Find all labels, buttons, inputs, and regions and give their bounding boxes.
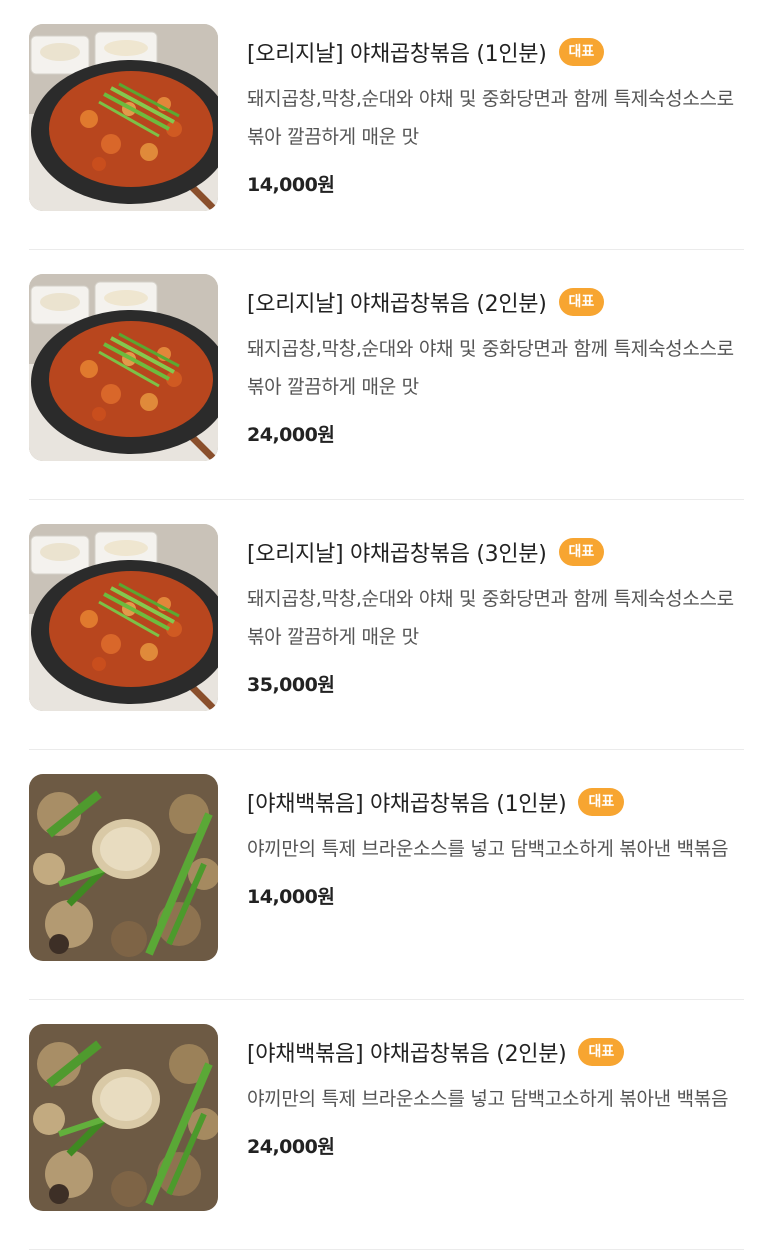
- menu-item[interactable]: [오리지날] 야채곱창볶음 (1인분) 대표 돼지곱창,막창,순대와 야채 및 …: [0, 0, 773, 250]
- menu-item-description: 야끼만의 특제 브라운소스를 넣고 담백고소하게 볶아낸 백볶음: [247, 838, 729, 860]
- menu-item[interactable]: [야채백볶음] 야채곱창볶음 (1인분) 대표 야끼만의 특제 브라운소스를 넣…: [0, 750, 773, 1000]
- representative-badge: 대표: [558, 38, 605, 66]
- menu-item-info: [오리지날] 야채곱창볶음 (3인분) 대표 돼지곱창,막창,순대와 야채 및 …: [247, 534, 744, 697]
- menu-item-price: 14,000원: [247, 174, 335, 196]
- menu-item-price: 24,000원: [247, 424, 335, 446]
- title-row: [야채백볶음] 야채곱창볶음 (2인분) 대표: [247, 1034, 744, 1070]
- menu-item-price: 24,000원: [247, 1136, 335, 1158]
- white-gopchang-photo[interactable]: [29, 774, 218, 961]
- menu-item-description: 돼지곱창,막창,순대와 야채 및 중화당면과 함께 특제숙성소스로 볶아 깔끔하…: [247, 338, 734, 398]
- title-row: [오리지날] 야채곱창볶음 (1인분) 대표: [247, 34, 744, 70]
- menu-item-title: [야채백볶음] 야채곱창볶음 (2인분): [247, 1042, 567, 1067]
- menu-list: [오리지날] 야채곱창볶음 (1인분) 대표 돼지곱창,막창,순대와 야채 및 …: [0, 0, 773, 1250]
- divider: [29, 1249, 744, 1250]
- menu-item-title: [오리지날] 야채곱창볶음 (2인분): [247, 292, 547, 317]
- menu-item-info: [오리지날] 야채곱창볶음 (2인분) 대표 돼지곱창,막창,순대와 야채 및 …: [247, 284, 744, 447]
- menu-item-title: [오리지날] 야채곱창볶음 (1인분): [247, 42, 547, 67]
- title-row: [오리지날] 야채곱창볶음 (3인분) 대표: [247, 534, 744, 570]
- menu-item-title: [야채백볶음] 야채곱창볶음 (1인분): [247, 792, 567, 817]
- menu-item-price: 35,000원: [247, 674, 335, 696]
- title-row: [오리지날] 야채곱창볶음 (2인분) 대표: [247, 284, 744, 320]
- representative-badge: 대표: [558, 288, 605, 316]
- menu-item-info: [야채백볶음] 야채곱창볶음 (1인분) 대표 야끼만의 특제 브라운소스를 넣…: [247, 784, 744, 909]
- menu-item-description: 돼지곱창,막창,순대와 야채 및 중화당면과 함께 특제숙성소스로 볶아 깔끔하…: [247, 88, 734, 148]
- representative-badge: 대표: [578, 1038, 625, 1066]
- menu-item-info: [야채백볶음] 야채곱창볶음 (2인분) 대표 야끼만의 특제 브라운소스를 넣…: [247, 1034, 744, 1159]
- spicy-gopchang-photo[interactable]: [29, 274, 218, 461]
- menu-item[interactable]: [야채백볶음] 야채곱창볶음 (2인분) 대표 야끼만의 특제 브라운소스를 넣…: [0, 1000, 773, 1250]
- menu-item[interactable]: [오리지날] 야채곱창볶음 (3인분) 대표 돼지곱창,막창,순대와 야채 및 …: [0, 500, 773, 750]
- menu-item-description: 야끼만의 특제 브라운소스를 넣고 담백고소하게 볶아낸 백볶음: [247, 1088, 729, 1110]
- menu-item[interactable]: [오리지날] 야채곱창볶음 (2인분) 대표 돼지곱창,막창,순대와 야채 및 …: [0, 250, 773, 500]
- spicy-gopchang-photo[interactable]: [29, 524, 218, 711]
- representative-badge: 대표: [578, 788, 625, 816]
- representative-badge: 대표: [558, 538, 605, 566]
- menu-item-description: 돼지곱창,막창,순대와 야채 및 중화당면과 함께 특제숙성소스로 볶아 깔끔하…: [247, 588, 734, 648]
- spicy-gopchang-photo[interactable]: [29, 24, 218, 211]
- title-row: [야채백볶음] 야채곱창볶음 (1인분) 대표: [247, 784, 744, 820]
- white-gopchang-photo[interactable]: [29, 1024, 218, 1211]
- menu-item-title: [오리지날] 야채곱창볶음 (3인분): [247, 542, 547, 567]
- menu-item-info: [오리지날] 야채곱창볶음 (1인분) 대표 돼지곱창,막창,순대와 야채 및 …: [247, 34, 744, 197]
- menu-item-price: 14,000원: [247, 886, 335, 908]
